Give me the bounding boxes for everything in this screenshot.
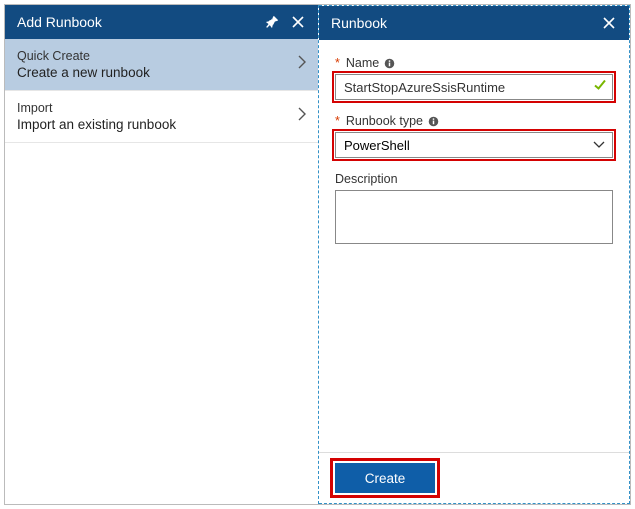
name-label: Name	[346, 56, 379, 70]
form-footer: Create	[319, 452, 629, 503]
list-item-text: Quick Create Create a new runbook	[17, 48, 298, 82]
type-select-wrap: PowerShell	[335, 132, 613, 158]
runbook-form-panel: Runbook * Name	[319, 5, 630, 504]
add-runbook-title: Add Runbook	[17, 14, 260, 30]
quick-create-option[interactable]: Quick Create Create a new runbook	[5, 39, 318, 91]
description-label-row: Description	[335, 172, 613, 186]
list-item-subtitle: Import an existing runbook	[17, 116, 298, 134]
runbook-header: Runbook	[319, 6, 629, 40]
import-option[interactable]: Import Import an existing runbook	[5, 91, 318, 143]
list-item-text: Import Import an existing runbook	[17, 100, 298, 134]
name-field: * Name	[335, 56, 613, 100]
required-marker: *	[335, 56, 340, 70]
close-icon[interactable]	[286, 10, 310, 34]
type-label-row: * Runbook type	[335, 114, 613, 128]
description-field: Description	[335, 172, 613, 249]
list-item-title: Import	[17, 100, 298, 116]
close-icon[interactable]	[597, 11, 621, 35]
add-runbook-header: Add Runbook	[5, 5, 318, 39]
name-input-wrap	[335, 74, 613, 100]
valid-check-icon	[593, 78, 607, 97]
info-icon[interactable]	[383, 57, 395, 69]
type-label: Runbook type	[346, 114, 423, 128]
runbook-title: Runbook	[331, 15, 597, 31]
chevron-right-icon	[298, 55, 306, 74]
chevron-right-icon	[298, 107, 306, 126]
type-select-value: PowerShell	[344, 138, 410, 153]
info-icon[interactable]	[427, 115, 439, 127]
description-label: Description	[335, 172, 398, 186]
chevron-down-icon	[593, 136, 605, 154]
header-actions	[260, 10, 310, 34]
list-item-title: Quick Create	[17, 48, 298, 64]
required-marker: *	[335, 114, 340, 128]
app-root: Add Runbook	[4, 4, 631, 505]
option-list: Quick Create Create a new runbook Import…	[5, 39, 318, 143]
pin-icon[interactable]	[260, 10, 284, 34]
runbook-form: * Name * Runbook type	[319, 40, 629, 452]
name-input[interactable]	[335, 74, 613, 100]
header-actions	[597, 11, 621, 35]
add-runbook-panel: Add Runbook	[5, 5, 319, 504]
create-button[interactable]: Create	[335, 463, 435, 493]
description-input[interactable]	[335, 190, 613, 244]
type-select[interactable]: PowerShell	[335, 132, 613, 158]
type-field: * Runbook type PowerShell	[335, 114, 613, 158]
name-label-row: * Name	[335, 56, 613, 70]
list-item-subtitle: Create a new runbook	[17, 64, 298, 82]
